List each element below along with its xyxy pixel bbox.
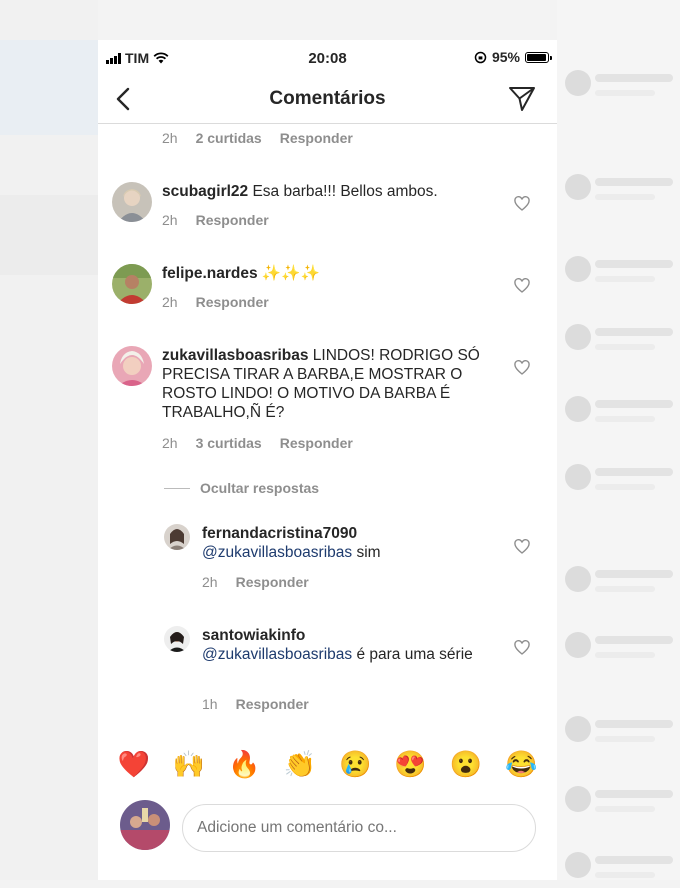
comment-time: 2h [202, 574, 218, 590]
like-heart-icon[interactable] [514, 640, 530, 656]
previous-comment-meta: 2h 2 curtidas Responder [162, 130, 353, 146]
reply-button[interactable]: Responder [236, 574, 309, 590]
comment-username[interactable]: scubagirl22 [162, 183, 248, 200]
hide-replies-toggle[interactable]: Ocultar respostas [164, 480, 319, 496]
status-bar: TIM 20:08 95% [98, 40, 557, 76]
comment-text: fernandacristina7090 @zukavillasboasriba… [202, 524, 502, 562]
background-block [0, 40, 98, 135]
comment-username[interactable]: zukavillasboasribas [162, 347, 308, 364]
comment-username[interactable]: fernandacristina7090 [202, 524, 502, 543]
emoji-raised-hands[interactable]: 🙌 [173, 749, 205, 780]
comment-meta: 2h Responder [162, 212, 269, 228]
comment-composer [98, 792, 557, 862]
battery-icon [525, 51, 552, 63]
comment-username[interactable]: santowiakinfo [202, 626, 502, 645]
reply-button[interactable]: Responder [280, 130, 353, 146]
background-block [0, 195, 98, 275]
comment-meta: 2h Responder [202, 574, 309, 590]
emoji-surprised[interactable]: 😮 [450, 749, 482, 780]
page-title: Comentários [269, 88, 386, 109]
comment-time: 2h [162, 130, 178, 146]
comment-body: Esa barba!!! Bellos ambos. [248, 183, 438, 200]
mention-link[interactable]: @zukavillasboasribas [202, 544, 352, 561]
avatar[interactable] [164, 524, 190, 550]
like-heart-icon[interactable] [514, 278, 530, 294]
reply-button[interactable]: Responder [236, 696, 309, 712]
comment-body: é para uma série [352, 646, 473, 663]
emoji-reaction-bar: ❤️ 🙌 🔥 👏 😢 😍 😮 😂 [98, 740, 557, 788]
comment-text: felipe.nardes ✨✨✨ [162, 264, 492, 283]
reply-button[interactable]: Responder [196, 212, 269, 228]
emoji-laughing[interactable]: 😂 [505, 749, 537, 780]
reply-button[interactable]: Responder [196, 294, 269, 310]
comment-input[interactable] [182, 804, 536, 852]
battery-percent: 95% [491, 49, 520, 65]
emoji-heart[interactable]: ❤️ [118, 749, 150, 780]
current-user-avatar[interactable] [120, 800, 170, 850]
direct-message-icon[interactable] [507, 84, 537, 114]
reply-button[interactable]: Responder [280, 435, 353, 451]
background-left-blur [0, 0, 98, 880]
avatar[interactable] [112, 182, 152, 222]
emoji-heart-eyes[interactable]: 😍 [394, 749, 426, 780]
avatar[interactable] [112, 346, 152, 386]
comment-time: 2h [162, 294, 178, 310]
hide-replies-label: Ocultar respostas [200, 480, 320, 496]
comment-time: 2h [162, 435, 178, 451]
emoji-fire[interactable]: 🔥 [228, 749, 260, 780]
comment-text: scubagirl22 Esa barba!!! Bellos ambos. [162, 182, 492, 201]
background-right-blur [557, 0, 680, 880]
comment-text: santowiakinfo @zukavillasboasribas é par… [202, 626, 502, 664]
like-heart-icon[interactable] [514, 360, 530, 376]
avatar[interactable] [164, 626, 190, 652]
header: Comentários [98, 76, 557, 124]
comments-screen: TIM 20:08 95% Comentários 2h 2 curtidas … [98, 40, 557, 880]
mention-link[interactable]: @zukavillasboasribas [202, 646, 352, 663]
comment-meta: 2h 3 curtidas Responder [162, 435, 353, 451]
comment-text: zukavillasboasribas LINDOS! RODRIGO SÓ P… [162, 346, 492, 422]
like-heart-icon[interactable] [514, 539, 530, 555]
comment-meta: 1h Responder [202, 696, 309, 712]
comment-time: 2h [162, 212, 178, 228]
avatar[interactable] [112, 264, 152, 304]
likes-count[interactable]: 2 curtidas [196, 130, 262, 146]
emoji-clapping[interactable]: 👏 [284, 749, 316, 780]
likes-count[interactable]: 3 curtidas [196, 435, 262, 451]
comment-body: ✨✨✨ [257, 265, 320, 282]
comment-body: sim [352, 544, 381, 561]
like-heart-icon[interactable] [514, 196, 530, 212]
comment-time: 1h [202, 696, 218, 712]
comment-meta: 2h Responder [162, 294, 269, 310]
emoji-crying[interactable]: 😢 [339, 749, 371, 780]
comment-username[interactable]: felipe.nardes [162, 265, 258, 282]
divider [164, 487, 190, 489]
orientation-lock-icon [474, 51, 487, 63]
